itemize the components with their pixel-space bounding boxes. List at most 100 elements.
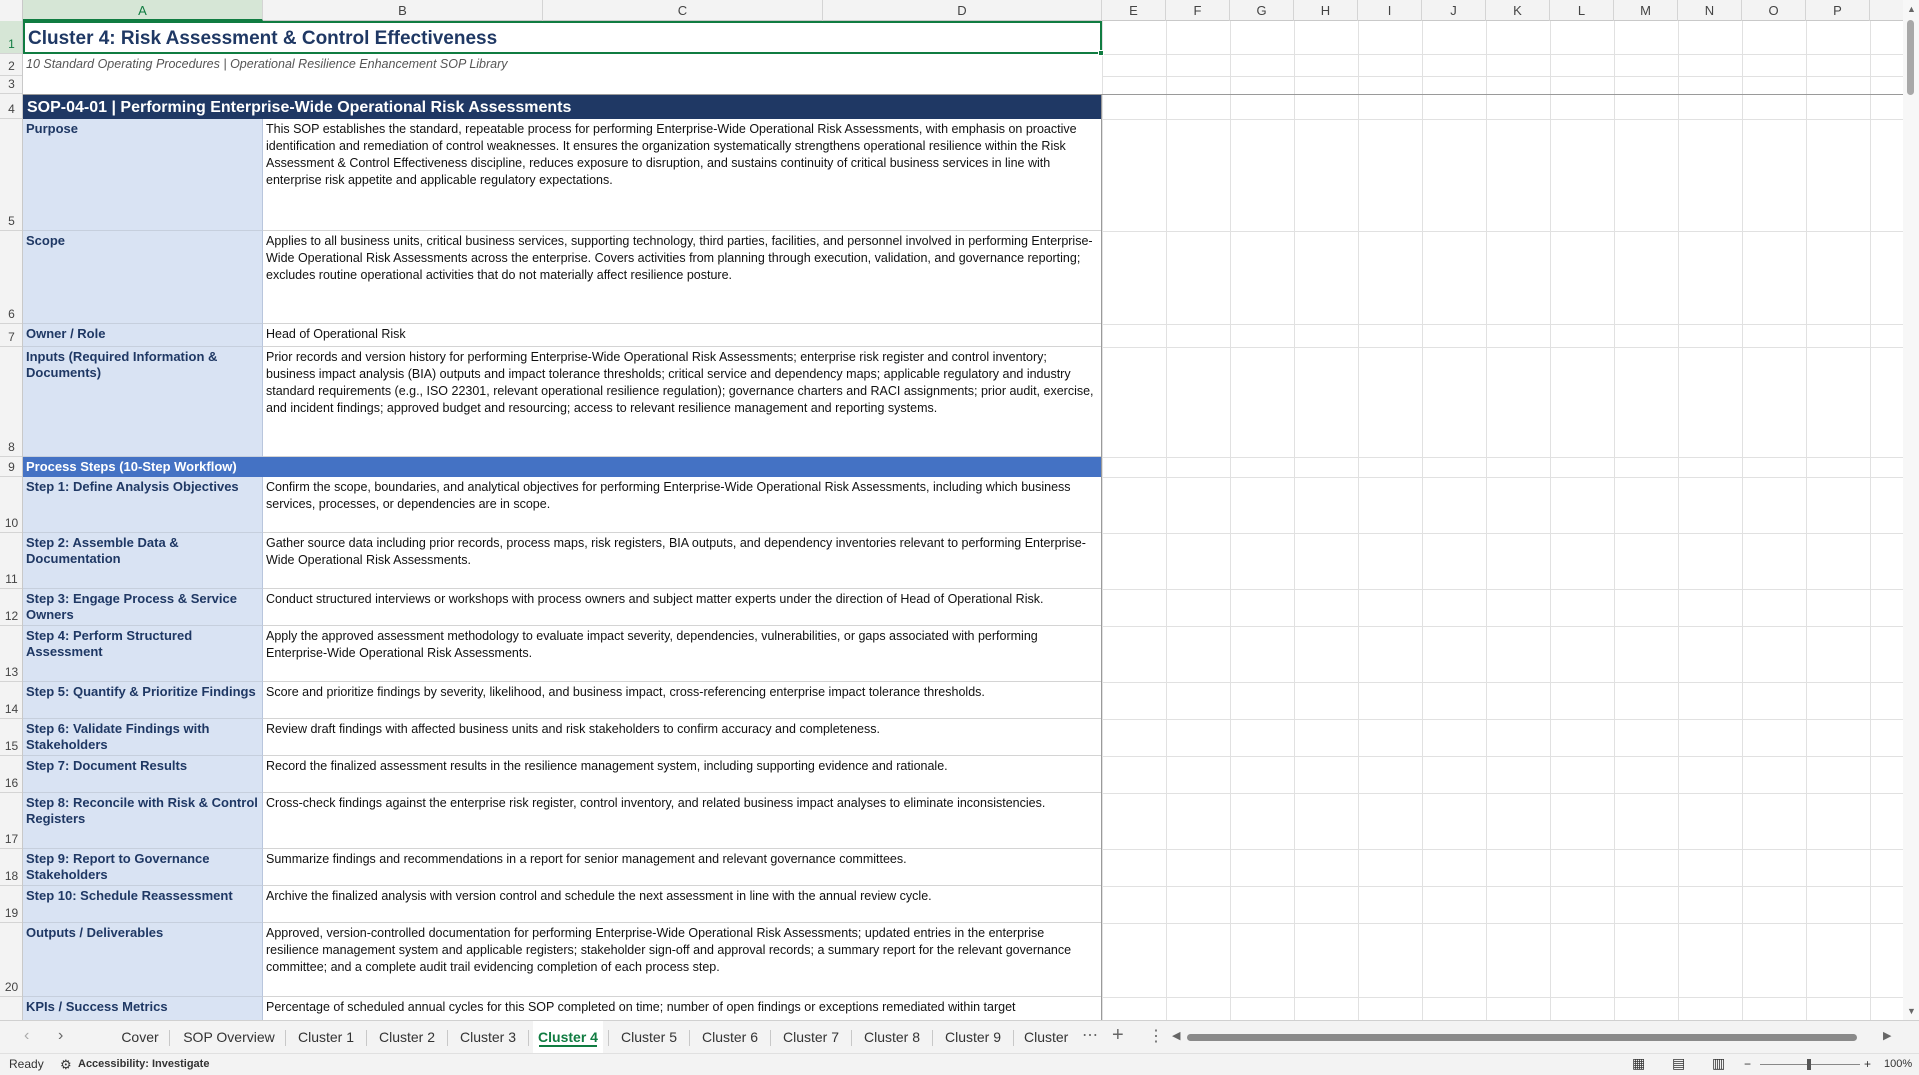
step-value[interactable]: Cross-check findings against the enterpr… [263, 793, 1102, 849]
purpose-value[interactable]: This SOP establishes the standard, repea… [263, 119, 1102, 231]
purpose-label[interactable]: Purpose [23, 119, 263, 231]
row-header[interactable]: 5 [0, 119, 22, 231]
step-label[interactable]: Step 6: Validate Findings with Stakehold… [23, 719, 263, 756]
step-value[interactable]: Summarize findings and recommendations i… [263, 849, 1102, 886]
zoom-slider-thumb[interactable] [1807, 1059, 1811, 1070]
tab-cover[interactable]: Cover [112, 1021, 168, 1053]
step-value[interactable]: Apply the approved assessment methodolog… [263, 626, 1102, 682]
column-header-b[interactable]: B [263, 0, 543, 21]
step-label[interactable]: Step 10: Schedule Reassessment [23, 886, 263, 923]
tab-cluster-5[interactable]: Cluster 5 [613, 1021, 685, 1053]
inputs-value[interactable]: Prior records and version history for pe… [263, 347, 1102, 457]
next-sheet-icon[interactable]: › [58, 1027, 63, 1045]
outputs-label[interactable]: Outputs / Deliverables [23, 923, 263, 997]
column-header-e[interactable]: E [1102, 0, 1166, 21]
kpis-value[interactable]: Percentage of scheduled annual cycles fo… [263, 997, 1102, 1020]
row-header[interactable]: 7 [0, 324, 22, 347]
owner-value[interactable]: Head of Operational Risk [263, 324, 1102, 347]
row-header[interactable]: 4 [0, 94, 22, 119]
column-header-d[interactable]: D [823, 0, 1102, 21]
accessibility-icon[interactable]: ⚙ [60, 1057, 72, 1073]
step-value[interactable]: Score and prioritize findings by severit… [263, 682, 1102, 719]
scroll-up-icon[interactable]: ▲ [1907, 4, 1916, 14]
row-header[interactable]: 6 [0, 231, 22, 324]
step-label[interactable]: Step 2: Assemble Data & Documentation [23, 533, 263, 589]
tab-cluster-6[interactable]: Cluster 6 [694, 1021, 766, 1053]
add-sheet-icon[interactable]: + [1112, 1024, 1124, 1047]
row-header[interactable]: 10 [0, 477, 22, 533]
row-header[interactable]: 17 [0, 793, 22, 849]
row-header[interactable]: 18 [0, 849, 22, 886]
owner-label[interactable]: Owner / Role [23, 324, 263, 347]
step-value[interactable]: Gather source data including prior recor… [263, 533, 1102, 589]
tab-cluster-8[interactable]: Cluster 8 [856, 1021, 928, 1053]
column-header-j[interactable]: J [1422, 0, 1486, 21]
scope-label[interactable]: Scope [23, 231, 263, 324]
column-header-a[interactable]: A [23, 0, 263, 21]
row-header[interactable]: 14 [0, 682, 22, 719]
row-header[interactable]: 13 [0, 626, 22, 682]
row-header[interactable]: 9 [0, 457, 22, 477]
step-label[interactable]: Step 5: Quantify & Prioritize Findings [23, 682, 263, 719]
row-header[interactable]: 2 [0, 54, 22, 76]
step-label[interactable]: Step 1: Define Analysis Objectives [23, 477, 263, 533]
horizontal-scrollbar[interactable] [1185, 1030, 1875, 1044]
sheet-subtitle-cell[interactable]: 10 Standard Operating Procedures | Opera… [23, 54, 1102, 76]
column-header-m[interactable]: M [1614, 0, 1678, 21]
row-header[interactable]: 19 [0, 886, 22, 923]
process-steps-heading[interactable]: Process Steps (10-Step Workflow) [23, 457, 1102, 477]
row-header[interactable]: 16 [0, 756, 22, 793]
tab-cluster-4[interactable]: Cluster 4 [533, 1021, 603, 1053]
tab-cluster-3[interactable]: Cluster 3 [452, 1021, 524, 1053]
column-header-n[interactable]: N [1678, 0, 1742, 21]
column-header-i[interactable]: I [1358, 0, 1422, 21]
accessibility-status[interactable]: Accessibility: Investigate [78, 1058, 209, 1070]
step-value[interactable]: Archive the finalized analysis with vers… [263, 886, 1102, 923]
page-layout-icon[interactable]: ▤ [1672, 1055, 1685, 1072]
scroll-down-icon[interactable]: ▼ [1907, 1006, 1916, 1016]
zoom-in-icon[interactable]: + [1864, 1057, 1871, 1071]
row-header[interactable]: 15 [0, 719, 22, 756]
kpis-label[interactable]: KPIs / Success Metrics [23, 997, 263, 1020]
prev-sheet-icon[interactable]: ‹ [24, 1027, 29, 1045]
step-value[interactable]: Conduct structured interviews or worksho… [263, 589, 1102, 626]
step-label[interactable]: Step 3: Engage Process & Service Owners [23, 589, 263, 626]
select-all-corner[interactable] [0, 0, 23, 21]
column-header-p[interactable]: P [1806, 0, 1870, 21]
column-header-f[interactable]: F [1166, 0, 1230, 21]
more-tabs-icon[interactable]: ⋯ [1082, 1025, 1098, 1045]
row-header[interactable]: 12 [0, 589, 22, 626]
normal-view-icon[interactable]: ▦ [1632, 1055, 1645, 1072]
row-header[interactable]: 11 [0, 533, 22, 589]
column-header-c[interactable]: C [543, 0, 823, 21]
step-value[interactable]: Review draft findings with affected busi… [263, 719, 1102, 756]
zoom-out-icon[interactable]: − [1744, 1057, 1751, 1071]
column-header-h[interactable]: H [1294, 0, 1358, 21]
outputs-value[interactable]: Approved, version-controlled documentati… [263, 923, 1102, 997]
tab-cluster-2[interactable]: Cluster 2 [371, 1021, 443, 1053]
scroll-right-icon[interactable]: ▶ [1883, 1029, 1891, 1042]
step-label[interactable]: Step 8: Reconcile with Risk & Control Re… [23, 793, 263, 849]
column-header-l[interactable]: L [1550, 0, 1614, 21]
tab-cluster-10-truncated[interactable]: Cluster [1018, 1021, 1074, 1053]
row-header[interactable]: 1 [0, 21, 22, 54]
step-label[interactable]: Step 9: Report to Governance Stakeholder… [23, 849, 263, 886]
step-label[interactable]: Step 4: Perform Structured Assessment [23, 626, 263, 682]
worksheet-grid[interactable]: Cluster 4: Risk Assessment & Control Eff… [23, 21, 1903, 1020]
horizontal-scroll-thumb[interactable] [1187, 1034, 1857, 1041]
vertical-scrollbar[interactable]: ▲ ▼ [1903, 0, 1919, 1020]
scroll-left-icon[interactable]: ◀ [1172, 1029, 1180, 1042]
column-header-g[interactable]: G [1230, 0, 1294, 21]
step-value[interactable]: Record the finalized assessment results … [263, 756, 1102, 793]
step-label[interactable]: Step 7: Document Results [23, 756, 263, 793]
inputs-label[interactable]: Inputs (Required Information & Documents… [23, 347, 263, 457]
row-header[interactable]: 3 [0, 76, 22, 94]
page-break-preview-icon[interactable]: ▥ [1712, 1055, 1725, 1072]
tab-cluster-1[interactable]: Cluster 1 [290, 1021, 362, 1053]
step-value[interactable]: Confirm the scope, boundaries, and analy… [263, 477, 1102, 533]
column-header-k[interactable]: K [1486, 0, 1550, 21]
tab-sop-overview[interactable]: SOP Overview [174, 1021, 284, 1053]
sheet-title-cell[interactable]: Cluster 4: Risk Assessment & Control Eff… [23, 21, 1102, 54]
row-header[interactable]: 20 [0, 923, 22, 997]
scope-value[interactable]: Applies to all business units, critical … [263, 231, 1102, 324]
